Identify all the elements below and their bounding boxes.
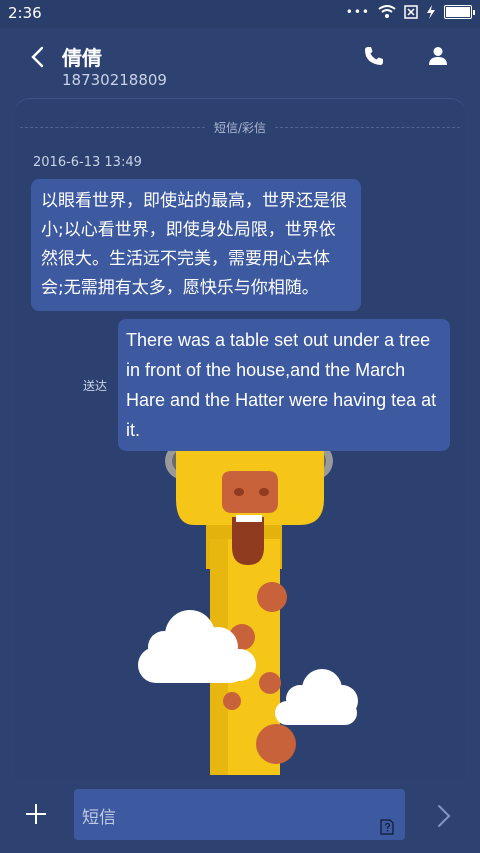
status-time: 2:36 bbox=[8, 4, 42, 22]
contact-profile-button[interactable] bbox=[424, 42, 452, 70]
more-dots-icon: ••• bbox=[345, 5, 370, 19]
wifi-icon bbox=[378, 5, 396, 18]
attach-button[interactable] bbox=[22, 800, 50, 828]
message-timestamp: 2016-6-13 13:49 bbox=[33, 155, 142, 170]
sim-blocked-icon bbox=[404, 5, 418, 19]
contact-number: 18730218809 bbox=[62, 71, 167, 89]
delivery-status: 送达 bbox=[83, 379, 108, 393]
back-arrow-icon bbox=[31, 46, 44, 68]
divider-line bbox=[275, 127, 460, 128]
status-icons: ••• bbox=[345, 5, 475, 19]
received-message-bubble[interactable]: 以眼看世界，即使站的最高，世界还是很小;以心看世界，即使身处局限，世界依然很大。… bbox=[31, 179, 361, 311]
received-message-text: 以眼看世界，即使站的最高，世界还是很小;以心看世界，即使身处局限，世界依然很大。… bbox=[41, 191, 347, 298]
sent-message-text: There was a table set out under a tree i… bbox=[126, 330, 437, 440]
conversation-panel[interactable]: 短信/彩信 2016-6-13 13:49 以眼看世界，即使站的最高，世界还是很… bbox=[14, 98, 466, 778]
message-input[interactable]: 短信 bbox=[74, 789, 405, 840]
battery-icon bbox=[444, 5, 475, 19]
call-button[interactable] bbox=[360, 42, 388, 70]
contact-name: 倩倩 bbox=[62, 46, 102, 70]
message-composer: 短信 bbox=[0, 778, 480, 853]
person-icon bbox=[429, 47, 447, 65]
plus-icon bbox=[26, 804, 46, 824]
sent-message-bubble[interactable]: There was a table set out under a tree i… bbox=[118, 319, 450, 451]
status-bar: 2:36 ••• bbox=[0, 0, 480, 28]
back-button[interactable] bbox=[22, 42, 52, 72]
send-arrow-icon bbox=[438, 805, 451, 827]
charging-icon bbox=[427, 5, 435, 19]
message-input-placeholder: 短信 bbox=[82, 808, 116, 828]
sim-card-icon[interactable] bbox=[380, 819, 394, 835]
phone-icon bbox=[365, 47, 383, 65]
cloud-right bbox=[275, 669, 358, 725]
conversation-header: 倩倩 18730218809 bbox=[0, 28, 480, 98]
channel-divider: 短信/彩信 bbox=[14, 117, 466, 137]
send-button[interactable] bbox=[432, 802, 456, 830]
